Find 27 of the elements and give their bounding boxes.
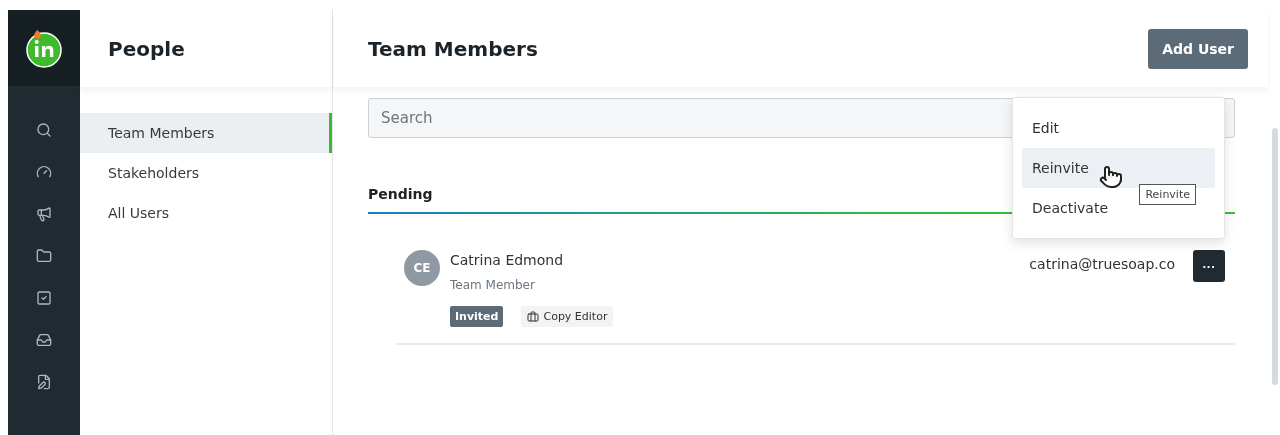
sidebar-item[interactable]: Stakeholders bbox=[80, 153, 332, 193]
section-title: Pending bbox=[368, 186, 433, 204]
tooltip: Reinvite bbox=[1139, 184, 1196, 205]
gauge-icon[interactable] bbox=[36, 164, 52, 180]
inbox-icon[interactable] bbox=[36, 332, 52, 348]
page-title: Team Members bbox=[368, 36, 538, 61]
add-user-button[interactable]: Add User bbox=[1148, 28, 1248, 69]
checkbox-icon[interactable] bbox=[36, 290, 52, 306]
file-edit-icon[interactable] bbox=[36, 374, 52, 390]
menu-item[interactable]: Reinvite bbox=[1022, 148, 1215, 188]
logo-icon bbox=[25, 28, 63, 68]
hand-cursor-icon bbox=[1099, 165, 1123, 189]
folder-icon[interactable] bbox=[36, 248, 52, 264]
member-name: Catrina Edmond bbox=[450, 252, 565, 268]
sidebar-item[interactable]: Team Members bbox=[80, 113, 332, 153]
tag-label: Copy Editor bbox=[543, 310, 608, 323]
status-badge: Invited bbox=[450, 306, 504, 327]
megaphone-icon[interactable] bbox=[36, 206, 52, 222]
more-button[interactable]: ··· bbox=[1193, 250, 1225, 282]
avatar: CE bbox=[404, 250, 440, 286]
sidebar-item[interactable]: All Users bbox=[80, 193, 332, 233]
menu-item[interactable]: Deactivate bbox=[1022, 188, 1118, 228]
briefcase-icon bbox=[527, 310, 540, 323]
member-role: Team Member bbox=[450, 278, 536, 292]
member-email: catrina@truesoap.co bbox=[1029, 255, 1175, 272]
sidebar-title: People bbox=[108, 36, 185, 61]
search-icon[interactable] bbox=[36, 122, 52, 138]
